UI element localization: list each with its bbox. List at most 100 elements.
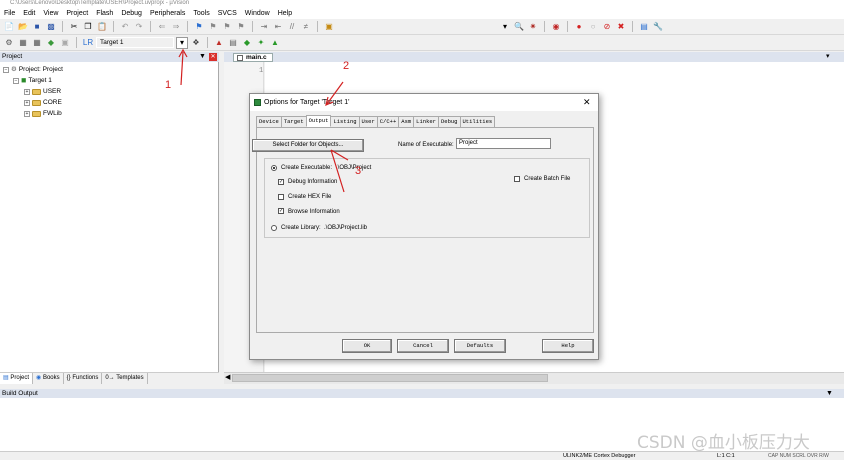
clear-bookmarks-icon[interactable]: ⚑: [235, 21, 247, 33]
defaults-button[interactable]: Defaults: [454, 339, 506, 353]
create-batch-checkbox[interactable]: [514, 176, 520, 182]
target-select[interactable]: Target 1: [96, 37, 174, 48]
target-dropdown-icon[interactable]: ▾: [176, 36, 188, 49]
manage-components-icon[interactable]: ▲: [213, 37, 225, 49]
pin-icon[interactable]: ▼: [826, 389, 833, 398]
save-icon[interactable]: ■: [31, 21, 43, 33]
menu-project[interactable]: Project: [62, 10, 92, 17]
menu-file[interactable]: File: [0, 10, 19, 17]
editor-dropdown-icon[interactable]: ▾: [826, 52, 830, 62]
nav-back-icon[interactable]: ⇐: [156, 21, 168, 33]
copy-icon[interactable]: ❐: [82, 21, 94, 33]
menu-flash[interactable]: Flash: [92, 10, 117, 17]
open-file-icon[interactable]: 📂: [17, 21, 29, 33]
breakpoint-icon[interactable]: ●: [573, 21, 585, 33]
prev-bookmark-icon[interactable]: ⚑: [207, 21, 219, 33]
target-options-icon[interactable]: ❖: [190, 37, 202, 49]
file-extensions-icon[interactable]: ▤: [227, 37, 239, 49]
tree-node-group[interactable]: + CORE: [24, 98, 62, 107]
menu-tools[interactable]: Tools: [189, 10, 213, 17]
tab-target[interactable]: Target: [280, 116, 307, 127]
unindent-icon[interactable]: ⇤: [272, 21, 284, 33]
rebuild-icon[interactable]: ▦: [31, 37, 43, 49]
build-icon[interactable]: ▦: [17, 37, 29, 49]
select-packs-icon[interactable]: ◆: [241, 37, 253, 49]
collapse-icon[interactable]: −: [13, 77, 19, 84]
expand-icon[interactable]: +: [24, 110, 30, 117]
tab-user[interactable]: User: [358, 116, 378, 127]
pack-installer-icon[interactable]: ✦: [255, 37, 267, 49]
new-file-icon[interactable]: 📄: [3, 21, 15, 33]
menu-debug[interactable]: Debug: [117, 10, 146, 17]
cut-icon[interactable]: ✂: [68, 21, 80, 33]
kill-breakpoints-icon[interactable]: ✖: [615, 21, 627, 33]
find-in-files-icon[interactable]: ▣: [323, 21, 335, 33]
tree-node-project[interactable]: − ⚙ Project: Project: [3, 65, 63, 74]
replace-icon[interactable]: ✷: [527, 21, 539, 33]
create-hex-label: Create HEX File: [288, 194, 332, 200]
find-icon[interactable]: 🔍: [513, 21, 525, 33]
save-all-icon[interactable]: ▩: [45, 21, 57, 33]
close-icon[interactable]: ✕: [583, 96, 591, 108]
indent-icon[interactable]: ⇥: [258, 21, 270, 33]
tab-asm[interactable]: Asm: [398, 116, 415, 127]
nav-forward-icon[interactable]: ⇒: [170, 21, 182, 33]
tree-node-group[interactable]: + FWLib: [24, 109, 62, 118]
runtime-environment-icon[interactable]: ▲: [269, 37, 281, 49]
tab-device[interactable]: Device: [256, 116, 282, 127]
uncomment-icon[interactable]: ≠: [300, 21, 312, 33]
config-icon[interactable]: 🔧: [652, 21, 664, 33]
tab-listing[interactable]: Listing: [330, 116, 360, 127]
scroll-left-icon[interactable]: ◀: [225, 373, 230, 381]
stop-build-icon[interactable]: ▣: [59, 37, 71, 49]
ok-button[interactable]: OK: [342, 339, 392, 353]
status-cursor-position: L:1 C:1: [717, 453, 735, 459]
download-icon[interactable]: LR: [82, 37, 94, 49]
close-icon[interactable]: ✕: [209, 53, 217, 61]
disable-breakpoint-icon[interactable]: ○: [587, 21, 599, 33]
tree-node-target[interactable]: − ◼ Target 1: [13, 76, 52, 85]
tab-utilities[interactable]: Utilities: [459, 116, 496, 127]
tab-output[interactable]: Output: [305, 115, 332, 127]
menu-window[interactable]: Window: [241, 10, 274, 17]
browse-information-checkbox[interactable]: ✓: [278, 208, 284, 214]
tab-c-cpp[interactable]: C/C++: [376, 116, 400, 127]
paste-icon[interactable]: 📋: [96, 21, 108, 33]
tab-books[interactable]: ◉ Books: [33, 373, 64, 384]
disable-all-breakpoints-icon[interactable]: ⊘: [601, 21, 613, 33]
create-executable-radio[interactable]: [271, 165, 277, 171]
cancel-button[interactable]: Cancel: [397, 339, 449, 353]
menu-peripherals[interactable]: Peripherals: [146, 10, 189, 17]
tab-linker[interactable]: Linker: [413, 116, 439, 127]
batch-build-icon[interactable]: ◆: [45, 37, 57, 49]
debug-information-checkbox[interactable]: ✓: [278, 179, 284, 185]
menu-edit[interactable]: Edit: [19, 10, 39, 17]
tab-functions[interactable]: {} Functions: [64, 373, 103, 384]
pin-icon[interactable]: ▼: [199, 52, 206, 62]
name-of-executable-input[interactable]: Project: [456, 138, 551, 149]
tab-project[interactable]: ▤ Project: [0, 373, 34, 384]
comment-icon[interactable]: //: [286, 21, 298, 33]
expand-icon[interactable]: +: [24, 99, 30, 106]
find-combo-dropdown-icon[interactable]: ▾: [499, 21, 511, 33]
undo-icon[interactable]: ↶: [119, 21, 131, 33]
window-layout-icon[interactable]: ▤: [638, 21, 650, 33]
menu-svcs[interactable]: SVCS: [214, 10, 241, 17]
translate-icon[interactable]: ⚙: [3, 37, 15, 49]
redo-icon[interactable]: ↷: [133, 21, 145, 33]
scrollbar-thumb[interactable]: [232, 374, 548, 382]
bookmark-icon[interactable]: ⚑: [193, 21, 205, 33]
tree-node-group[interactable]: + USER: [24, 87, 61, 96]
expand-icon[interactable]: +: [24, 88, 30, 95]
collapse-icon[interactable]: −: [3, 66, 9, 73]
help-button[interactable]: Help: [542, 339, 594, 353]
create-library-radio[interactable]: [271, 225, 277, 231]
menu-help[interactable]: Help: [274, 10, 296, 17]
tab-templates[interactable]: 0→ Templates: [102, 373, 148, 384]
next-bookmark-icon[interactable]: ⚑: [221, 21, 233, 33]
menu-view[interactable]: View: [39, 10, 62, 17]
select-folder-button[interactable]: Select Folder for Objects...: [252, 139, 364, 152]
create-hex-checkbox[interactable]: [278, 194, 284, 200]
debug-session-icon[interactable]: ◉: [550, 21, 562, 33]
tab-debug[interactable]: Debug: [437, 116, 461, 127]
